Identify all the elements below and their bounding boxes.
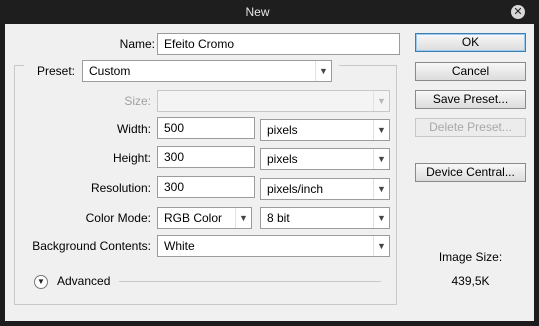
color-mode-value: RGB Color [164, 211, 223, 225]
delete-preset-button: Delete Preset... [415, 118, 526, 137]
advanced-label[interactable]: Advanced [57, 274, 110, 288]
image-size-value: 439,5K [451, 274, 490, 288]
cancel-button[interactable]: Cancel [415, 62, 526, 81]
image-size-label: Image Size: [438, 250, 503, 264]
name-field[interactable]: Efeito Cromo [157, 33, 400, 55]
close-icon[interactable]: ✕ [511, 5, 525, 19]
preset-select[interactable]: Custom ▼ [82, 60, 332, 82]
device-central-button[interactable]: Device Central... [415, 163, 526, 182]
expand-advanced-icon[interactable]: ▼ [34, 275, 48, 289]
height-input[interactable]: 300 [157, 146, 255, 168]
width-unit-select[interactable]: pixels ▼ [260, 119, 390, 141]
chevron-down-icon[interactable]: ▼ [373, 120, 389, 140]
color-mode-label: Color Mode: [85, 211, 151, 225]
chevron-down-icon[interactable]: ▼ [315, 61, 331, 81]
chevron-down-icon[interactable]: ▼ [373, 179, 389, 199]
title-bar[interactable]: New ✕ [0, 0, 539, 24]
dialog-body: Name: Efeito Cromo Preset: Custom ▼ Size… [5, 24, 534, 321]
size-label: Size: [124, 94, 151, 108]
preset-value: Custom [89, 64, 131, 78]
background-contents-select[interactable]: White ▼ [157, 235, 390, 257]
resolution-unit-select[interactable]: pixels/inch ▼ [260, 178, 390, 200]
group-border-right [339, 65, 397, 66]
chevron-down-icon[interactable]: ▼ [373, 149, 389, 169]
bit-depth-value: 8 bit [267, 211, 290, 225]
background-contents-value: White [164, 239, 195, 253]
window-title: New [245, 5, 270, 19]
save-preset-button[interactable]: Save Preset... [415, 90, 526, 109]
background-contents-label: Background Contents: [32, 239, 151, 253]
ok-button[interactable]: OK [415, 33, 526, 52]
chevron-down-icon: ▼ [373, 91, 389, 111]
height-unit-value: pixels [267, 152, 298, 166]
resolution-unit-value: pixels/inch [267, 182, 324, 196]
resolution-label: Resolution: [90, 181, 151, 195]
advanced-divider [119, 281, 381, 282]
width-label: Width: [116, 122, 151, 136]
width-unit-value: pixels [267, 123, 298, 137]
bit-depth-select[interactable]: 8 bit ▼ [260, 207, 390, 229]
chevron-down-icon[interactable]: ▼ [235, 208, 251, 228]
color-mode-select[interactable]: RGB Color ▼ [157, 207, 252, 229]
resolution-input[interactable]: 300 [157, 176, 255, 198]
group-border-left [14, 65, 24, 66]
height-label: Height: [112, 151, 151, 165]
name-label: Name: [119, 37, 155, 51]
chevron-down-icon[interactable]: ▼ [373, 208, 389, 228]
chevron-down-icon[interactable]: ▼ [373, 236, 389, 256]
preset-label: Preset: [37, 64, 76, 78]
height-unit-select[interactable]: pixels ▼ [260, 148, 390, 170]
width-input[interactable]: 500 [157, 117, 255, 139]
size-select: ▼ [157, 90, 390, 112]
